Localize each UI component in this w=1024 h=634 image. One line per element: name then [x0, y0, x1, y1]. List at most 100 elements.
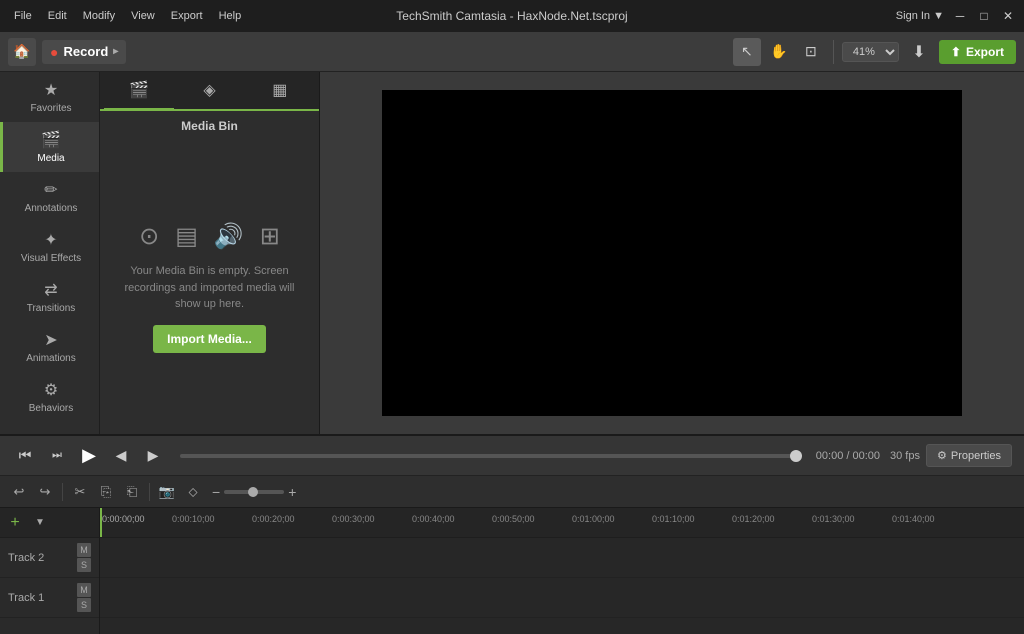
track-header-1: Track 1 M S [0, 578, 99, 618]
zoom-out-button[interactable]: − [212, 484, 220, 500]
export-button[interactable]: ⬆ Export [939, 40, 1016, 64]
timeline-toolbar: ↩ ↪ ✂ ⎘ ⎗ 📷 ⬦ − + [0, 476, 1024, 508]
sidebar-item-cursor-effects[interactable]: ↖ Cursor Effects [0, 422, 99, 434]
tl-sep-1 [62, 483, 63, 501]
playhead [100, 508, 102, 537]
properties-label: Properties [951, 450, 1001, 462]
panel-tabs: 🎬 ◈ ▦ [100, 72, 319, 111]
undo-button[interactable]: ↩ [8, 481, 30, 503]
export-icon: ⬆ [951, 45, 961, 59]
sidebar-item-visual-effects[interactable]: ✦ Visual Effects [0, 222, 99, 272]
sidebar-item-behaviors[interactable]: ⚙ Behaviors [0, 372, 99, 422]
toolbar-right: ⬇ ⬆ Export [905, 38, 1016, 66]
panel-tab-clips[interactable]: ◈ [174, 72, 244, 111]
animations-icon: ➤ [44, 330, 57, 350]
ruler-mark-10: 0:01:40;00 [892, 514, 935, 524]
sidebar-item-favorites[interactable]: ★ Favorites [0, 72, 99, 122]
timeline-tracks: Track 2 M S Track 1 M S [0, 538, 1024, 634]
paste-button[interactable]: ⎗ [121, 481, 143, 503]
snapshot-button[interactable]: 📷 [156, 481, 178, 503]
maximize-button[interactable]: □ [976, 8, 992, 24]
title-bar-left: File Edit Modify View Export Help [8, 8, 247, 24]
video-icon: ▤ [175, 222, 198, 251]
behaviors-icon: ⚙ [44, 380, 58, 400]
menu-help[interactable]: Help [213, 8, 248, 24]
move-tool-button[interactable]: ✋ [765, 38, 793, 66]
close-button[interactable]: ✕ [1000, 8, 1016, 24]
sidebar-item-label-annotations: Annotations [25, 203, 78, 214]
collapse-tracks-button[interactable]: ▼ [29, 512, 51, 534]
panel-tab-media[interactable]: 🎬 [104, 72, 174, 111]
menu-export[interactable]: Export [165, 8, 209, 24]
track-1-label: Track 1 [8, 592, 44, 604]
video-preview [382, 90, 962, 416]
prev-frame-button[interactable]: ◀ [108, 443, 134, 469]
ruler-mark-3: 0:00:30;00 [332, 514, 375, 524]
preview-area [320, 72, 1024, 434]
copy-button[interactable]: ⎘ [95, 481, 117, 503]
media-type-icons: ⊙ ▤ 🔊 ⊞ [139, 222, 280, 251]
audio-icon: 🔊 [214, 222, 244, 251]
zoom-select[interactable]: 41% [842, 42, 899, 62]
track-1-solo[interactable]: S [77, 598, 91, 612]
fps-display: 30 fps [890, 450, 920, 462]
crop-tool-button[interactable]: ⊡ [797, 38, 825, 66]
window-title: TechSmith Camtasia - HaxNode.Net.tscproj [396, 9, 627, 23]
ruler: 0:00:00;00 0:00:10;00 0:00:20;00 0:00:30… [100, 508, 1024, 537]
ruler-mark-0: 0:00:00;00 [102, 514, 145, 524]
skip-back-button[interactable]: ⏮ [12, 443, 38, 469]
step-back-button[interactable]: ⏭ [44, 443, 70, 469]
track-header-2: Track 2 M S [0, 538, 99, 578]
add-track-button[interactable]: + [4, 512, 26, 534]
ruler-mark-1: 0:00:10;00 [172, 514, 215, 524]
download-button[interactable]: ⬇ [905, 38, 933, 66]
empty-media-text: Your Media Bin is empty. Screen recordin… [120, 263, 299, 313]
track-2-mute[interactable]: M [77, 543, 91, 557]
progress-bar[interactable] [180, 454, 802, 458]
sidebar-item-label-animations: Animations [26, 353, 75, 364]
zoom-in-button[interactable]: + [288, 484, 296, 500]
menu-modify[interactable]: Modify [77, 8, 121, 24]
panel-tab-charts[interactable]: ▦ [245, 72, 315, 111]
track-lane-1 [100, 578, 1024, 618]
menu-bar: File Edit Modify View Export Help [8, 8, 247, 24]
next-frame-button[interactable]: ▶ [140, 443, 166, 469]
ruler-mark-8: 0:01:20;00 [732, 514, 775, 524]
select-tool-button[interactable]: ↖ [733, 38, 761, 66]
home-button[interactable]: 🏠 [8, 38, 36, 66]
toolbar-separator [833, 40, 834, 64]
redo-button[interactable]: ↪ [34, 481, 56, 503]
minimize-button[interactable]: ─ [952, 8, 968, 24]
track-1-mute[interactable]: M [77, 583, 91, 597]
playback-bar: ⏮ ⏭ ▶ ◀ ▶ 00:00 / 00:00 30 fps ⚙ Propert… [0, 436, 1024, 476]
annotations-icon: ✏ [44, 180, 57, 200]
play-button[interactable]: ▶ [76, 443, 102, 469]
menu-edit[interactable]: Edit [42, 8, 73, 24]
sidebar-item-animations[interactable]: ➤ Animations [0, 322, 99, 372]
sidebar-item-media[interactable]: 🎬 Media [0, 122, 99, 172]
sidebar-item-annotations[interactable]: ✏ Annotations [0, 172, 99, 222]
properties-button[interactable]: ⚙ Properties [926, 444, 1012, 467]
zoom-slider-container: − + [212, 484, 296, 500]
zoom-track[interactable] [224, 490, 284, 494]
record-button[interactable]: ● Record ▸ [42, 40, 126, 64]
sign-in-button[interactable]: Sign In ▼ [896, 10, 944, 22]
menu-view[interactable]: View [125, 8, 161, 24]
record-label: Record [63, 44, 108, 59]
progress-thumb[interactable] [790, 450, 802, 462]
cut-button[interactable]: ✂ [69, 481, 91, 503]
split-button[interactable]: ⬦ [182, 481, 204, 503]
tool-group: ↖ ✋ ⊡ 41% [733, 38, 899, 66]
media-icon: 🎬 [41, 130, 61, 150]
sidebar-item-label-media: Media [37, 153, 64, 164]
sidebar-item-label-favorites: Favorites [30, 103, 71, 114]
import-media-button[interactable]: Import Media... [153, 325, 266, 353]
main-area: ★ Favorites 🎬 Media ✏ Annotations ✦ Visu… [0, 72, 1024, 434]
menu-file[interactable]: File [8, 8, 38, 24]
sidebar-item-label-visual-effects: Visual Effects [21, 253, 81, 264]
sidebar-item-transitions[interactable]: ⇄ Transitions [0, 272, 99, 322]
zoom-thumb[interactable] [248, 487, 258, 497]
track-2-solo[interactable]: S [77, 558, 91, 572]
track-2-label: Track 2 [8, 552, 44, 564]
track-headers: Track 2 M S Track 1 M S [0, 538, 100, 634]
